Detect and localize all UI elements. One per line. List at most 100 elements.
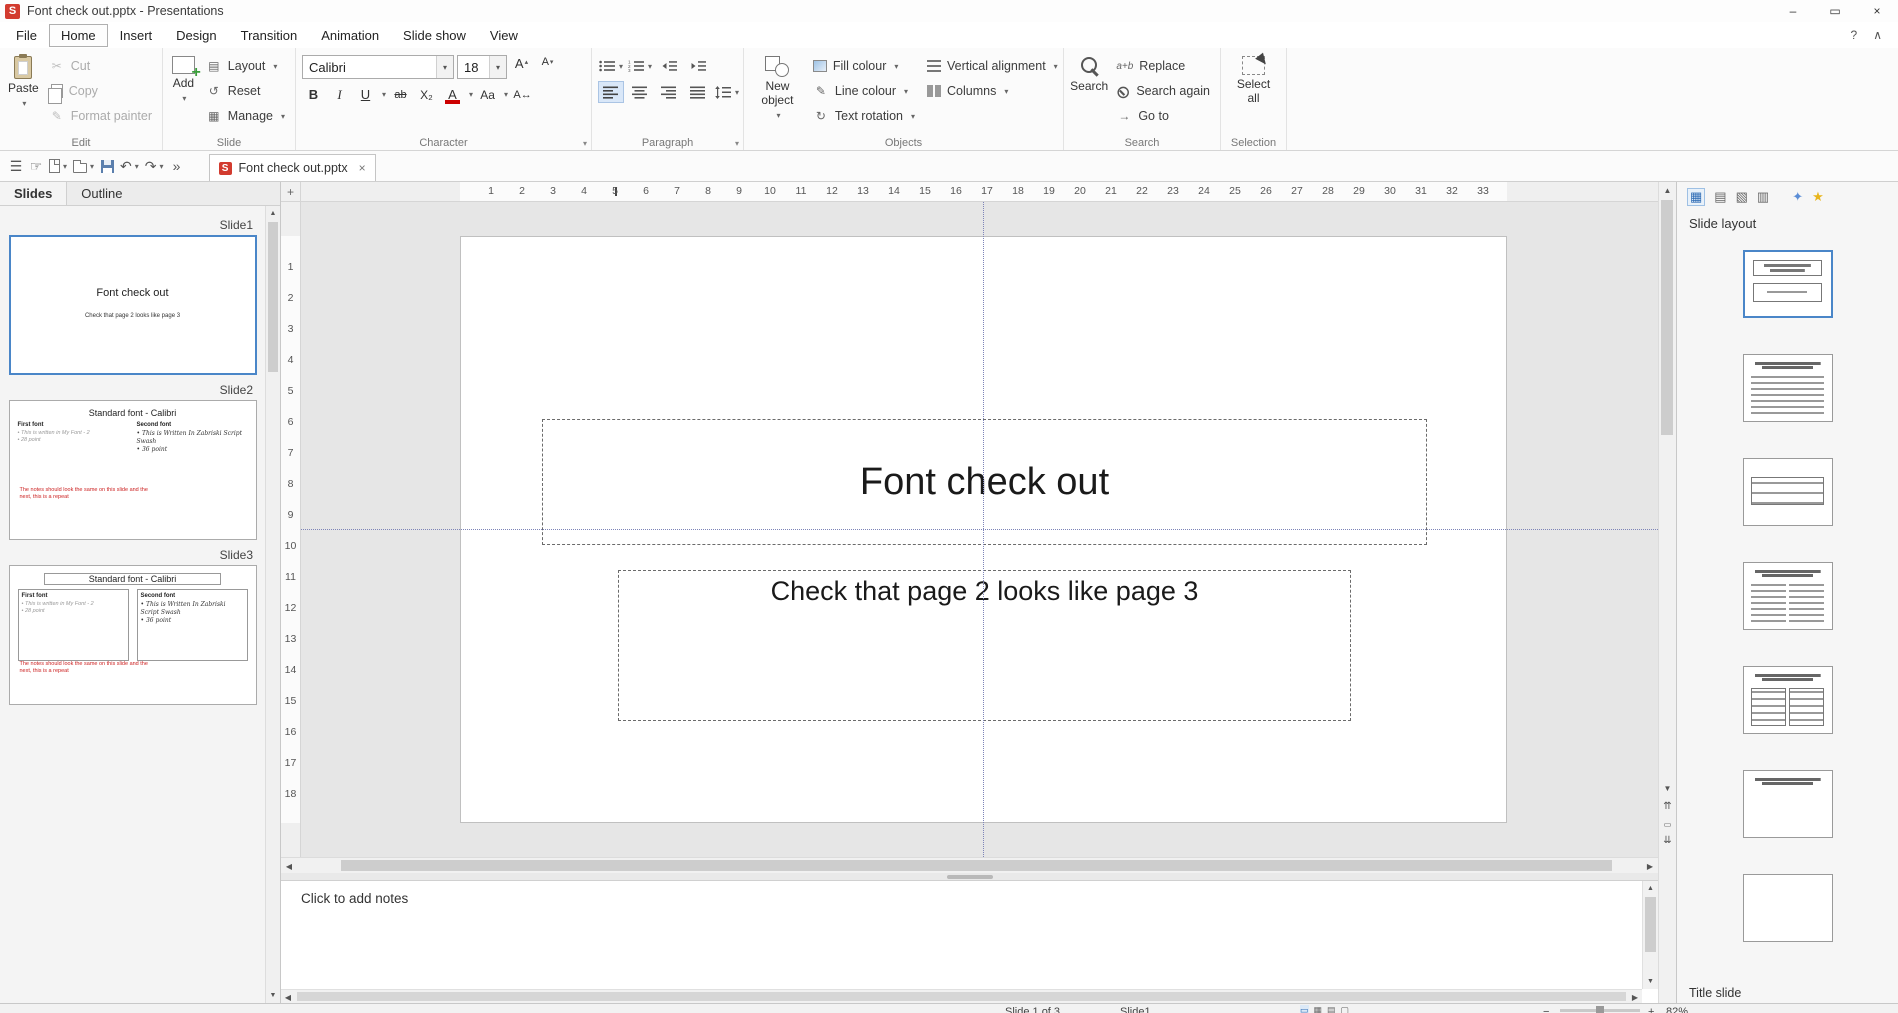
menu-home[interactable]: Home: [49, 24, 108, 47]
underline-dropdown-icon[interactable]: ▾: [382, 90, 386, 99]
redo-dropdown-icon[interactable]: ▾: [160, 162, 164, 171]
layout-option-title-content[interactable]: [1743, 354, 1833, 422]
strikethrough-button[interactable]: ab: [389, 83, 412, 106]
slide-sorter-view-icon[interactable]: ▦: [1314, 1005, 1323, 1013]
paste-dropdown-icon[interactable]: ▾: [22, 99, 26, 108]
title-placeholder[interactable]: Font check out: [542, 419, 1427, 545]
search-again-button[interactable]: Search again: [1112, 80, 1214, 102]
menu-animation[interactable]: Animation: [309, 24, 391, 47]
menu-transition[interactable]: Transition: [229, 24, 310, 47]
notes-area[interactable]: Click to add notes ▲ ▼ ◀ ▶: [281, 881, 1658, 1003]
slides-scroll-up-icon[interactable]: ▲: [266, 206, 280, 221]
layout-dropdown-icon[interactable]: ▾: [273, 62, 277, 71]
tab-slides[interactable]: Slides: [0, 182, 67, 205]
open-dropdown-icon[interactable]: ▾: [90, 162, 94, 171]
new-object-button[interactable]: New object ▾: [750, 52, 805, 134]
underline-button[interactable]: U: [354, 83, 377, 106]
previous-slide-button[interactable]: ⇈: [1659, 798, 1676, 814]
zoom-out-icon[interactable]: −: [1543, 1006, 1549, 1013]
text-rotation-button[interactable]: ↻ Text rotation ▾: [809, 105, 919, 127]
align-left-button[interactable]: [598, 81, 624, 103]
character-spacing-button[interactable]: A↔: [511, 83, 534, 106]
zoom-slider[interactable]: [1560, 1009, 1640, 1012]
font-colour-dropdown-icon[interactable]: ▾: [469, 90, 473, 99]
main-menu-button[interactable]: ☰: [6, 154, 26, 178]
canvas-scroll-left-icon[interactable]: ◀: [281, 858, 297, 874]
slides-scroll-down-icon[interactable]: ▼: [266, 988, 280, 1003]
zoom-slider-handle[interactable]: [1596, 1006, 1604, 1013]
toolbar-overflow-button[interactable]: »: [167, 154, 187, 178]
canvas-v-scrollbar[interactable]: ▲ ▼ ⇈ ▭ ⇊: [1658, 182, 1676, 1003]
slide-thumbnail[interactable]: Font check outCheck that page 2 looks li…: [9, 235, 257, 375]
layout-option-comparison[interactable]: [1743, 666, 1833, 734]
font-family-dropdown-icon[interactable]: ▾: [436, 56, 453, 78]
maximize-button[interactable]: ▭: [1814, 0, 1856, 22]
columns-button[interactable]: Columns ▾: [923, 80, 1057, 102]
copy-button[interactable]: Copy: [45, 80, 156, 102]
menu-slide-show[interactable]: Slide show: [391, 24, 478, 47]
save-button[interactable]: [97, 154, 117, 178]
undo-dropdown-icon[interactable]: ▾: [135, 162, 139, 171]
add-slide-button[interactable]: Add ▾: [169, 52, 198, 134]
line-spacing-dropdown-icon[interactable]: ▾: [735, 88, 739, 97]
pan-tool-button[interactable]: ☞: [26, 154, 46, 178]
layout-option-title[interactable]: [1743, 250, 1833, 318]
manage-button[interactable]: ▦ Manage ▾: [202, 105, 289, 127]
font-size-select[interactable]: 18 ▾: [457, 55, 507, 79]
font-colour-button[interactable]: A: [441, 83, 464, 106]
slides-panel-scrollbar[interactable]: ▲ ▼: [265, 206, 280, 1003]
search-button[interactable]: Search: [1070, 52, 1108, 134]
next-slide-button[interactable]: ⇊: [1659, 832, 1676, 848]
help-icon[interactable]: ?: [1851, 28, 1858, 42]
layout-button[interactable]: ▤ Layout ▾: [202, 55, 289, 77]
go-to-button[interactable]: → Go to: [1112, 105, 1214, 127]
change-case-button[interactable]: Aa: [476, 83, 499, 106]
paste-button[interactable]: Paste ▾: [6, 52, 41, 134]
font-size-dropdown-icon[interactable]: ▾: [489, 56, 506, 78]
slide-design-panel-icon[interactable]: ▤: [1714, 189, 1726, 205]
menu-file[interactable]: File: [4, 24, 49, 47]
notes-scroll-left-icon[interactable]: ◀: [281, 990, 295, 1004]
reading-view-icon[interactable]: ▢: [1341, 1005, 1350, 1013]
new-document-button[interactable]: ▾: [46, 154, 70, 178]
font-family-select[interactable]: Calibri ▾: [302, 55, 454, 79]
line-colour-dropdown-icon[interactable]: ▾: [904, 87, 908, 96]
effects-panel-icon[interactable]: ✦: [1792, 189, 1803, 205]
open-document-button[interactable]: ▾: [70, 154, 97, 178]
increase-indent-button[interactable]: [685, 55, 711, 77]
undo-button[interactable]: ↶ ▾: [117, 154, 142, 178]
layout-option-section[interactable]: [1743, 458, 1833, 526]
notes-scroll-down-icon[interactable]: ▼: [1643, 974, 1658, 989]
canvas-h-scrollbar[interactable]: ◀ ▶: [281, 857, 1658, 873]
browse-slides-button[interactable]: ▭: [1659, 816, 1676, 832]
background-panel-icon[interactable]: ▥: [1757, 189, 1769, 205]
minimize-button[interactable]: –: [1772, 0, 1814, 22]
align-center-button[interactable]: [627, 81, 653, 103]
zoom-level[interactable]: 82%: [1666, 1006, 1688, 1013]
new-object-dropdown-icon[interactable]: ▾: [776, 111, 780, 120]
notes-h-scrollbar-thumb[interactable]: [297, 992, 1626, 1001]
notes-v-scrollbar[interactable]: ▲ ▼: [1642, 881, 1658, 989]
favourites-panel-icon[interactable]: ★: [1812, 189, 1824, 205]
normal-view-icon[interactable]: ▭: [1300, 1005, 1309, 1013]
notes-view-icon[interactable]: ▤: [1327, 1005, 1336, 1013]
columns-dropdown-icon[interactable]: ▾: [1004, 87, 1008, 96]
add-slide-dropdown-icon[interactable]: ▾: [182, 94, 186, 103]
canvas-scroll-down-icon[interactable]: ▼: [1659, 780, 1676, 796]
menu-design[interactable]: Design: [164, 24, 228, 47]
zoom-in-icon[interactable]: +: [1648, 1006, 1654, 1013]
notes-placeholder-text[interactable]: Click to add notes: [301, 891, 408, 906]
canvas-scroll-up-icon[interactable]: ▲: [1659, 182, 1676, 198]
format-painter-button[interactable]: ✎ Format painter: [45, 105, 156, 127]
fill-colour-button[interactable]: Fill colour ▾: [809, 55, 919, 77]
colour-scheme-panel-icon[interactable]: ▧: [1736, 189, 1748, 205]
slide-layout-panel-icon[interactable]: ▦: [1687, 188, 1705, 206]
cut-button[interactable]: ✂ Cut: [45, 55, 156, 77]
grow-font-button[interactable]: A ▴: [510, 56, 533, 79]
vertical-alignment-button[interactable]: Vertical alignment ▾: [923, 55, 1057, 77]
menu-insert[interactable]: Insert: [108, 24, 165, 47]
justify-button[interactable]: [685, 81, 711, 103]
decrease-indent-button[interactable]: [656, 55, 682, 77]
vertical-alignment-dropdown-icon[interactable]: ▾: [1054, 62, 1058, 71]
align-right-button[interactable]: [656, 81, 682, 103]
